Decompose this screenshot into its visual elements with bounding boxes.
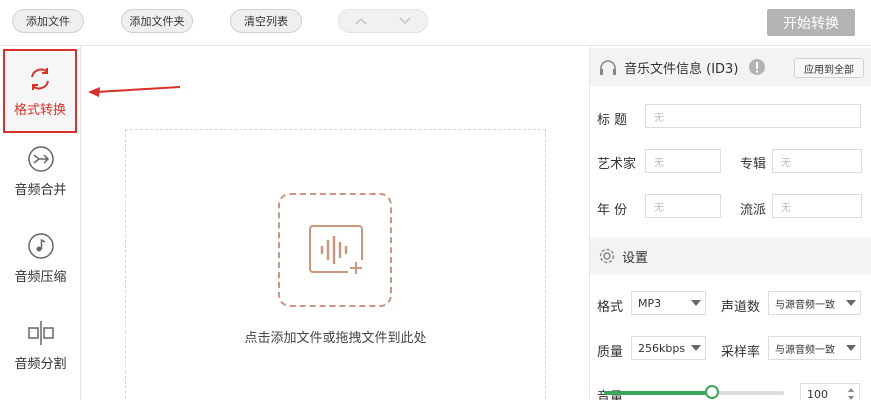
chevron-down-icon — [399, 17, 411, 25]
sidebar-item-format-convert[interactable]: 格式转换 — [3, 49, 77, 133]
sidebar-item-label: 音频合并 — [14, 182, 67, 198]
format-value: MP3 — [638, 296, 662, 310]
genre-field[interactable]: 无 — [772, 194, 862, 218]
volume-slider-thumb[interactable] — [705, 385, 719, 399]
apply-to-all-button[interactable]: 应用到全部 — [794, 58, 864, 78]
quality-label: 质量 — [597, 345, 624, 360]
sidebar-item-label: 音频压缩 — [14, 269, 67, 285]
genre-label: 流派 — [740, 203, 767, 218]
spinner-arrows-icon[interactable] — [847, 387, 855, 400]
artist-field[interactable]: 无 — [645, 149, 721, 173]
refresh-icon — [31, 67, 49, 90]
clear-list-button[interactable]: 清空列表 — [230, 9, 302, 33]
annotation-arrow — [88, 86, 181, 97]
sidebar-item-label: 音频分割 — [14, 356, 67, 372]
title-label: 标 题 — [597, 113, 628, 128]
album-label: 专辑 — [740, 157, 767, 172]
sidebar-item-audio-split[interactable]: 音频分割 — [0, 303, 81, 387]
id3-section-header: 音乐文件信息 (ID3) 应用到全部 — [590, 48, 871, 86]
format-label: 格式 — [597, 300, 624, 315]
sidebar-item-audio-merge[interactable]: 音频合并 — [0, 129, 81, 213]
chevron-down-icon — [691, 345, 701, 351]
toolbar: 添加文件 添加文件夹 清空列表 开始转换 — [0, 0, 871, 46]
chevron-up-icon — [355, 17, 367, 25]
channel-label: 声道数 — [721, 300, 761, 315]
title-field[interactable]: 无 — [645, 104, 861, 128]
merge-icon — [27, 145, 54, 172]
gear-icon — [599, 248, 615, 264]
volume-slider[interactable] — [604, 385, 784, 399]
add-audio-icon — [309, 225, 364, 276]
add-folder-button[interactable]: 添加文件夹 — [121, 9, 193, 33]
move-up-button[interactable] — [339, 10, 383, 32]
drop-zone-hint: 点击添加文件或拖拽文件到此处 — [244, 331, 427, 346]
year-field[interactable]: 无 — [645, 194, 721, 218]
samplerate-label: 采样率 — [721, 345, 761, 360]
settings-title: 设置 — [622, 250, 649, 266]
sidebar: 格式转换 音频合并 音频压缩 音频分割 — [0, 46, 81, 400]
volume-input[interactable]: 100 — [800, 383, 860, 400]
channel-value: 与源音频一致 — [775, 299, 835, 311]
samplerate-value: 与源音频一致 — [775, 344, 835, 356]
split-icon — [27, 320, 54, 345]
id3-title: 音乐文件信息 (ID3) — [624, 61, 739, 77]
add-file-button[interactable]: 添加文件 — [12, 9, 84, 33]
sidebar-item-audio-compress[interactable]: 音频压缩 — [0, 216, 81, 300]
headphones-icon — [600, 60, 616, 75]
album-field[interactable]: 无 — [772, 149, 862, 173]
info-icon[interactable] — [748, 58, 766, 76]
volume-slider-fill — [604, 391, 712, 395]
format-select[interactable]: MP3 — [631, 291, 706, 315]
artist-label: 艺术家 — [597, 157, 637, 172]
quality-value: 256kbps — [638, 341, 686, 355]
samplerate-select[interactable]: 与源音频一致 — [768, 336, 861, 360]
chevron-down-icon — [691, 300, 701, 306]
channel-select[interactable]: 与源音频一致 — [768, 291, 861, 315]
start-convert-button[interactable]: 开始转换 — [767, 9, 855, 36]
settings-section-header: 设置 — [590, 238, 871, 274]
sidebar-item-label: 格式转换 — [13, 102, 66, 118]
year-label: 年 份 — [597, 203, 628, 218]
volume-value: 100 — [807, 387, 828, 400]
move-buttons — [338, 9, 428, 33]
move-down-button[interactable] — [383, 10, 427, 32]
quality-select[interactable]: 256kbps — [631, 336, 706, 360]
chevron-down-icon — [846, 300, 856, 306]
chevron-down-icon — [846, 345, 856, 351]
music-note-icon — [27, 232, 54, 259]
add-audio-button[interactable] — [278, 193, 392, 307]
